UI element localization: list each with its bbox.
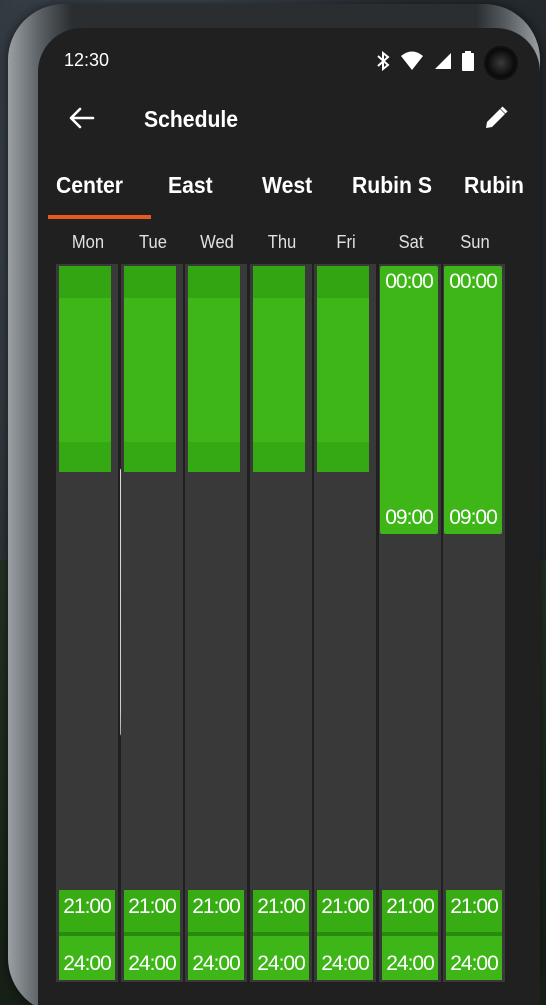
start-time-label: 21:00 — [63, 895, 112, 918]
day-column-sat[interactable]: 00:00 09:00 21:00 24:00 — [379, 264, 441, 982]
schedule-block-sat-morning[interactable]: 00:00 09:00 — [380, 266, 438, 534]
schedule-block-wed-night[interactable]: 21:00 24:00 — [188, 890, 244, 980]
edit-button[interactable] — [476, 100, 516, 140]
battery-icon — [462, 50, 474, 76]
day-label-thu: Thu — [267, 232, 297, 252]
day-column-tue[interactable]: 21:00 24:00 — [121, 264, 183, 982]
day-header-row: Mon Tue Wed Thu Fri Sat Sun — [38, 228, 540, 258]
bluetooth-icon — [376, 50, 390, 76]
day-label-sun: Sun — [460, 232, 490, 252]
end-time-label: 24:00 — [321, 952, 370, 975]
end-time-label: 09:00 — [449, 506, 498, 529]
pencil-icon — [483, 105, 509, 136]
page-title: Schedule — [144, 106, 239, 132]
phone-frame: 12:30 Schedule Center East West Rubin S … — [8, 4, 540, 1005]
back-button[interactable] — [62, 100, 102, 140]
tab-rubin[interactable]: Rubin — [464, 172, 524, 212]
schedule-block-sun-morning[interactable]: 00:00 09:00 — [444, 266, 502, 534]
day-label-wed: Wed — [200, 232, 234, 252]
day-column-sun[interactable]: 00:00 09:00 21:00 24:00 — [443, 264, 505, 982]
arrow-back-icon — [69, 107, 95, 134]
tab-indicator — [48, 215, 151, 219]
status-icons — [376, 46, 518, 80]
start-time-label: 21:00 — [386, 895, 435, 918]
app-bar: Schedule — [38, 92, 540, 148]
wifi-icon — [400, 51, 424, 76]
start-time-label: 21:00 — [450, 895, 499, 918]
day-column-mon[interactable]: 21:00 24:00 — [56, 264, 118, 982]
schedule-block-tue-morning[interactable] — [124, 266, 176, 472]
start-time-label: 00:00 — [385, 270, 434, 293]
start-time-label: 21:00 — [192, 895, 241, 918]
schedule-block-tue-night[interactable]: 21:00 24:00 — [124, 890, 180, 980]
schedule-block-wed-morning[interactable] — [188, 266, 240, 472]
schedule-block-thu-night[interactable]: 21:00 24:00 — [253, 890, 309, 980]
day-column-fri[interactable]: 21:00 24:00 — [314, 264, 376, 982]
end-time-label: 09:00 — [385, 506, 434, 529]
day-label-sat: Sat — [398, 232, 424, 252]
schedule-block-sat-night[interactable]: 21:00 24:00 — [382, 890, 438, 980]
front-camera — [484, 46, 518, 80]
day-label-fri: Fri — [336, 232, 356, 252]
end-time-label: 24:00 — [63, 952, 112, 975]
start-time-label: 21:00 — [321, 895, 370, 918]
start-time-label: 00:00 — [449, 270, 498, 293]
schedule-block-thu-morning[interactable] — [253, 266, 305, 472]
phone-screen: 12:30 Schedule Center East West Rubin S … — [38, 28, 540, 1005]
schedule-block-fri-morning[interactable] — [317, 266, 369, 472]
end-time-label: 24:00 — [128, 952, 177, 975]
end-time-label: 24:00 — [192, 952, 241, 975]
day-column-wed[interactable]: 21:00 24:00 — [185, 264, 247, 982]
day-column-thu[interactable]: 21:00 24:00 — [250, 264, 312, 982]
end-time-label: 24:00 — [450, 952, 499, 975]
status-time: 12:30 — [64, 50, 110, 70]
start-time-label: 21:00 — [128, 895, 177, 918]
schedule-block-mon-morning[interactable] — [59, 266, 111, 472]
status-bar: 12:30 — [38, 28, 540, 92]
schedule-block-sun-night[interactable]: 21:00 24:00 — [446, 890, 502, 980]
day-label-mon: Mon — [71, 232, 105, 252]
end-time-label: 24:00 — [386, 952, 435, 975]
day-label-tue: Tue — [139, 232, 167, 252]
end-time-label: 24:00 — [257, 952, 306, 975]
schedule-block-fri-night[interactable]: 21:00 24:00 — [317, 890, 373, 980]
start-time-label: 21:00 — [257, 895, 306, 918]
tab-rubin-s[interactable]: Rubin S — [352, 172, 432, 212]
tab-center[interactable]: Center — [56, 172, 123, 212]
schedule-block-mon-night[interactable]: 21:00 24:00 — [59, 890, 115, 980]
tab-west[interactable]: West — [262, 172, 312, 212]
location-tabs: Center East West Rubin S Rubin — [38, 164, 540, 222]
cell-signal-icon — [434, 52, 452, 75]
tab-east[interactable]: East — [168, 172, 213, 212]
